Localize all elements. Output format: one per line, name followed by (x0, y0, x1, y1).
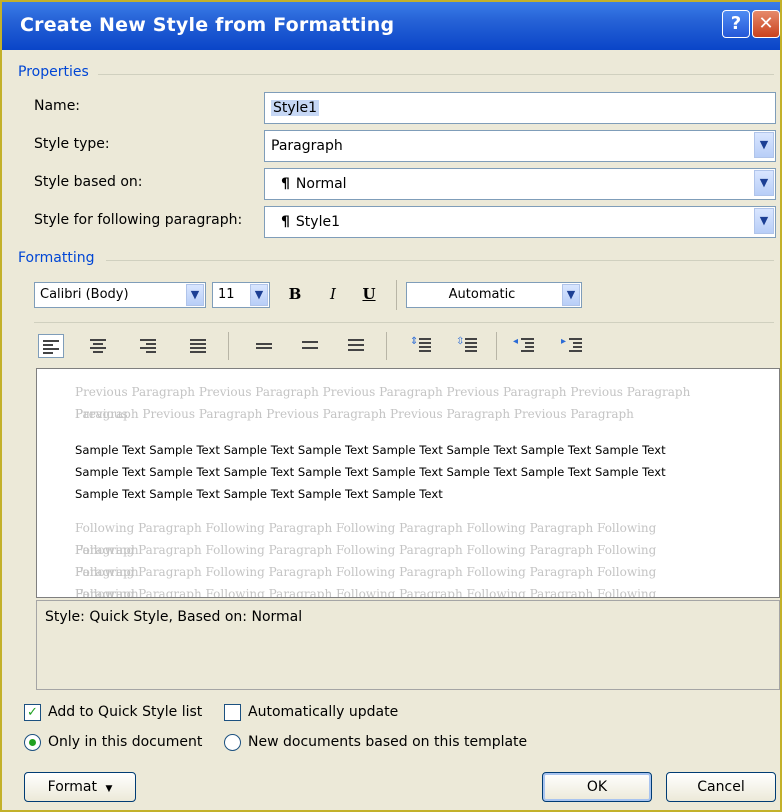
font-color-value: Automatic (448, 287, 516, 302)
font-size-dropdown[interactable]: 11 ▼ (212, 282, 270, 308)
align-left-icon[interactable] (38, 334, 64, 358)
auto-update-label[interactable]: Automatically update (248, 704, 398, 720)
decrease-paragraph-spacing-icon[interactable]: ⇳ (454, 334, 480, 358)
style-description: Style: Quick Style, Based on: Normal (36, 600, 780, 690)
preview-pane: Previous Paragraph Previous Paragraph Pr… (36, 368, 780, 598)
format-button-label: Format (47, 779, 97, 795)
toolbar-separator (396, 280, 397, 310)
dropdown-arrow-icon[interactable]: ▼ (186, 284, 204, 306)
pilcrow-icon: ¶ (281, 214, 290, 230)
toolbar-separator (496, 332, 497, 360)
new-documents-radio[interactable] (224, 734, 241, 751)
dialog-title: Create New Style from Formatting (20, 14, 395, 36)
increase-paragraph-spacing-icon[interactable]: ⇕ (408, 334, 434, 358)
font-dropdown[interactable]: Calibri (Body) ▼ (34, 282, 206, 308)
toolbar-divider (34, 322, 774, 323)
name-field[interactable]: Style1 (264, 92, 776, 124)
following-paragraph-label: Style for following paragraph: (34, 212, 243, 228)
formatting-section-label: Formatting (18, 250, 95, 266)
only-this-document-label[interactable]: Only in this document (48, 734, 202, 750)
format-button[interactable]: Format ▼ (24, 772, 136, 802)
style-type-dropdown[interactable]: Paragraph ▼ (264, 130, 776, 162)
toolbar-separator (386, 332, 387, 360)
based-on-dropdown[interactable]: ¶ Normal ▼ (264, 168, 776, 200)
align-center-icon[interactable] (86, 334, 112, 358)
increase-indent-icon[interactable]: ▸ (560, 334, 586, 358)
properties-section-label: Properties (18, 64, 89, 80)
font-size-value: 11 (218, 287, 235, 302)
dropdown-arrow-icon[interactable]: ▼ (754, 132, 774, 158)
dropdown-arrow-icon[interactable]: ▼ (250, 284, 268, 306)
based-on-value: Normal (295, 176, 347, 192)
style-type-label: Style type: (34, 136, 110, 152)
name-label: Name: (34, 98, 81, 114)
align-right-icon[interactable] (136, 334, 162, 358)
justify-icon[interactable] (186, 334, 212, 358)
double-spacing-icon[interactable] (344, 334, 370, 358)
dropdown-arrow-icon[interactable]: ▼ (754, 208, 774, 234)
previous-paragraph-line: Paragraph Previous Paragraph Previous Pa… (75, 407, 634, 421)
following-paragraph-value: Style1 (295, 214, 340, 230)
name-value: Style1 (271, 100, 320, 116)
following-paragraph-line: Following Paragraph Following Paragraph … (75, 587, 657, 598)
based-on-label: Style based on: (34, 174, 143, 190)
title-bar[interactable]: Create New Style from Formatting ? ✕ (2, 2, 780, 50)
add-quick-style-label[interactable]: Add to Quick Style list (48, 704, 202, 720)
sample-text-line: Sample Text Sample Text Sample Text Samp… (75, 487, 443, 501)
sample-text-line: Sample Text Sample Text Sample Text Samp… (75, 443, 666, 457)
style-type-value: Paragraph (271, 138, 343, 154)
close-icon[interactable]: ✕ (752, 10, 780, 38)
single-spacing-icon[interactable] (252, 334, 278, 358)
properties-divider (98, 74, 774, 75)
one-half-spacing-icon[interactable] (298, 334, 324, 358)
underline-button[interactable]: U (358, 285, 380, 303)
decrease-indent-icon[interactable]: ◂ (512, 334, 538, 358)
italic-button[interactable]: I (322, 285, 344, 303)
dropdown-arrow-icon[interactable]: ▼ (562, 284, 580, 306)
pilcrow-icon: ¶ (281, 176, 290, 192)
dropdown-arrow-icon: ▼ (105, 784, 113, 794)
only-this-document-radio[interactable] (24, 734, 41, 751)
bold-button[interactable]: B (284, 285, 306, 303)
add-quick-style-checkbox[interactable]: ✓ (24, 704, 41, 721)
ok-button[interactable]: OK (542, 772, 652, 802)
new-documents-label[interactable]: New documents based on this template (248, 734, 527, 750)
font-color-dropdown[interactable]: Automatic ▼ (406, 282, 582, 308)
cancel-button[interactable]: Cancel (666, 772, 776, 802)
formatting-divider (106, 260, 774, 261)
sample-text-line: Sample Text Sample Text Sample Text Samp… (75, 465, 666, 479)
help-icon[interactable]: ? (722, 10, 750, 38)
toolbar-separator (228, 332, 229, 360)
following-paragraph-dropdown[interactable]: ¶ Style1 ▼ (264, 206, 776, 238)
dropdown-arrow-icon[interactable]: ▼ (754, 170, 774, 196)
font-value: Calibri (Body) (40, 287, 129, 302)
auto-update-checkbox[interactable] (224, 704, 241, 721)
create-style-dialog: Create New Style from Formatting ? ✕ Pro… (0, 0, 782, 812)
